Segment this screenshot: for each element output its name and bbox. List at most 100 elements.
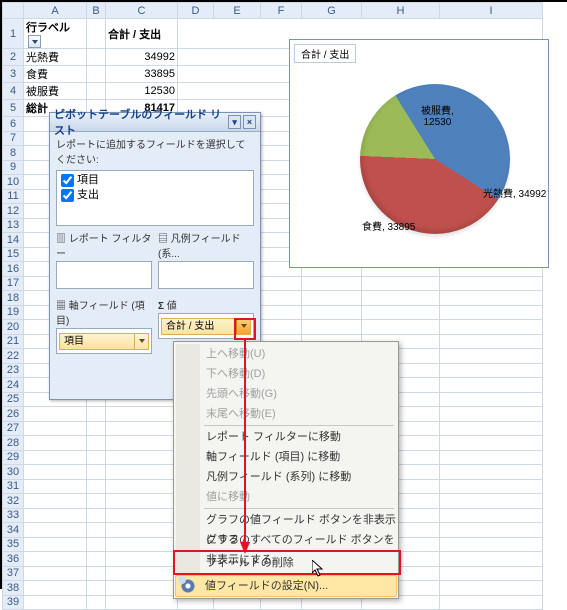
cell-C1[interactable]: 合計 / 支出 [106, 19, 178, 49]
row-19[interactable]: 19 [3, 305, 24, 320]
cell-A3[interactable]: 食費 [24, 66, 87, 83]
row-14[interactable]: 14 [3, 233, 24, 248]
row-38[interactable]: 38 [3, 581, 24, 596]
menu-item-to-values: 値に移動 [176, 487, 396, 507]
row-2[interactable]: 2 [3, 49, 24, 66]
cell-C4[interactable]: 12530 [106, 83, 178, 100]
cell-B1[interactable] [87, 19, 106, 49]
col-B[interactable]: B [87, 3, 106, 19]
col-G[interactable]: G [302, 3, 362, 19]
row-25[interactable]: 25 [3, 392, 24, 407]
cell-C2[interactable]: 34992 [106, 49, 178, 66]
zone-filter[interactable] [56, 261, 152, 289]
field-context-menu[interactable]: 上へ移動(U) 下へ移動(D) 先頭へ移動(G) 末尾へ移動(E) レポート フィルター… [173, 341, 399, 599]
menu-item-label: 上へ移動(U) [206, 348, 265, 360]
col-I[interactable]: I [440, 3, 543, 19]
menu-item-to-axis[interactable]: 軸フィールド (項目) に移動 [176, 447, 396, 467]
col-A[interactable]: A [24, 3, 87, 19]
data-label-3: 被服費,12530 [421, 106, 454, 128]
row-18[interactable]: 18 [3, 291, 24, 306]
menu-item-hide-all-btn[interactable]: グラフのすべてのフィールド ボタンを非表示にする [176, 530, 396, 550]
row-35[interactable]: 35 [3, 537, 24, 552]
row-22[interactable]: 22 [3, 349, 24, 364]
field-list-layout-dropdown[interactable]: ▾ [228, 115, 241, 129]
col-C[interactable]: C [106, 3, 178, 19]
row-11[interactable]: 11 [3, 189, 24, 204]
menu-item-end: 末尾へ移動(E) [176, 404, 396, 424]
row-26[interactable]: 26 [3, 407, 24, 422]
zone-legend[interactable] [158, 261, 254, 289]
menu-item-to-filter[interactable]: レポート フィルターに移動 [176, 427, 396, 447]
zone-values[interactable]: 合計 / 支出 [158, 313, 254, 339]
row-13[interactable]: 13 [3, 218, 24, 233]
chevron-down-icon[interactable] [236, 319, 250, 334]
values-field-item[interactable]: 合計 / 支出 [161, 318, 251, 335]
row-20[interactable]: 20 [3, 320, 24, 335]
spreadsheet: A B C D E F G H I 1 行ラベル 合計 / 支出 2 光熱費 3… [2, 2, 567, 591]
row-23[interactable]: 23 [3, 363, 24, 378]
menu-item-to-legend[interactable]: 凡例フィールド (系列) に移動 [176, 467, 396, 487]
zone-values-header: Σ 値 [158, 295, 254, 313]
chevron-down-icon[interactable] [134, 334, 148, 349]
row-24[interactable]: 24 [3, 378, 24, 393]
col-F[interactable]: F [261, 3, 302, 19]
menu-item-remove[interactable]: フィールドの削除 [176, 553, 396, 573]
checkbox-icon[interactable] [61, 189, 74, 202]
axis-field-item[interactable]: 項目 [59, 333, 149, 350]
row-15[interactable]: 15 [3, 247, 24, 262]
field-label: 項目 [77, 174, 99, 186]
row-9[interactable]: 9 [3, 160, 24, 175]
checkbox-icon[interactable] [61, 174, 74, 187]
col-D[interactable]: D [178, 3, 214, 19]
row-34[interactable]: 34 [3, 523, 24, 538]
row-12[interactable]: 12 [3, 204, 24, 219]
chart-title-button[interactable]: 合計 / 支出 [294, 44, 356, 63]
row-39[interactable]: 39 [3, 595, 24, 610]
row-21[interactable]: 21 [3, 334, 24, 349]
menu-item-settings[interactable]: 値フィールドの設定(N)... [175, 575, 397, 597]
row-36[interactable]: 36 [3, 552, 24, 567]
col-H[interactable]: H [362, 3, 440, 19]
pivot-chart[interactable]: 合計 / 支出 光熱費, 34992 食費, 33895 被服費,12530 [289, 39, 549, 268]
cell-C3[interactable]: 33895 [106, 66, 178, 83]
row-7[interactable]: 7 [3, 131, 24, 146]
item-label: 項目 [64, 336, 84, 347]
menu-item-begin: 先頭へ移動(G) [176, 384, 396, 404]
row-8[interactable]: 8 [3, 146, 24, 161]
item-label: 合計 / 支出 [166, 321, 214, 332]
row-10[interactable]: 10 [3, 175, 24, 190]
row-29[interactable]: 29 [3, 450, 24, 465]
cell-A1[interactable]: 行ラベル [24, 19, 87, 49]
field-list-title-bar[interactable]: ピボットテーブルのフィールド リスト ▾ × [50, 113, 260, 132]
row-32[interactable]: 32 [3, 494, 24, 509]
cell-A4[interactable]: 被服費 [24, 83, 87, 100]
cell-A2[interactable]: 光熱費 [24, 49, 87, 66]
field-list-fields[interactable]: 項目 支出 [56, 170, 254, 226]
cog-icon [180, 578, 196, 594]
row-16[interactable]: 16 [3, 262, 24, 277]
menu-item-label: レポート フィルターに移動 [206, 431, 341, 443]
field-check-item1[interactable]: 項目 [61, 173, 249, 188]
menu-item-label: 先頭へ移動(G) [206, 388, 277, 400]
row-6[interactable]: 6 [3, 117, 24, 132]
field-check-item2[interactable]: 支出 [61, 188, 249, 203]
select-all-cell[interactable] [3, 3, 24, 19]
row-4[interactable]: 4 [3, 83, 24, 100]
filter-dropdown-icon[interactable] [28, 35, 41, 48]
row-27[interactable]: 27 [3, 421, 24, 436]
menu-item-label: 下へ移動(D) [206, 368, 265, 380]
row-37[interactable]: 37 [3, 566, 24, 581]
row-30[interactable]: 30 [3, 465, 24, 480]
zone-axis[interactable]: 項目 [56, 328, 152, 354]
row-1[interactable]: 1 [3, 19, 24, 49]
field-list-close-button[interactable]: × [243, 115, 256, 129]
row-17[interactable]: 17 [3, 276, 24, 291]
row-31[interactable]: 31 [3, 479, 24, 494]
row-5[interactable]: 5 [3, 100, 24, 117]
menu-item-hide-chart-btn[interactable]: グラフの値フィールド ボタンを非表示にする [176, 510, 396, 530]
menu-item-down: 下へ移動(D) [176, 364, 396, 384]
col-E[interactable]: E [214, 3, 261, 19]
row-28[interactable]: 28 [3, 436, 24, 451]
row-3[interactable]: 3 [3, 66, 24, 83]
row-33[interactable]: 33 [3, 508, 24, 523]
